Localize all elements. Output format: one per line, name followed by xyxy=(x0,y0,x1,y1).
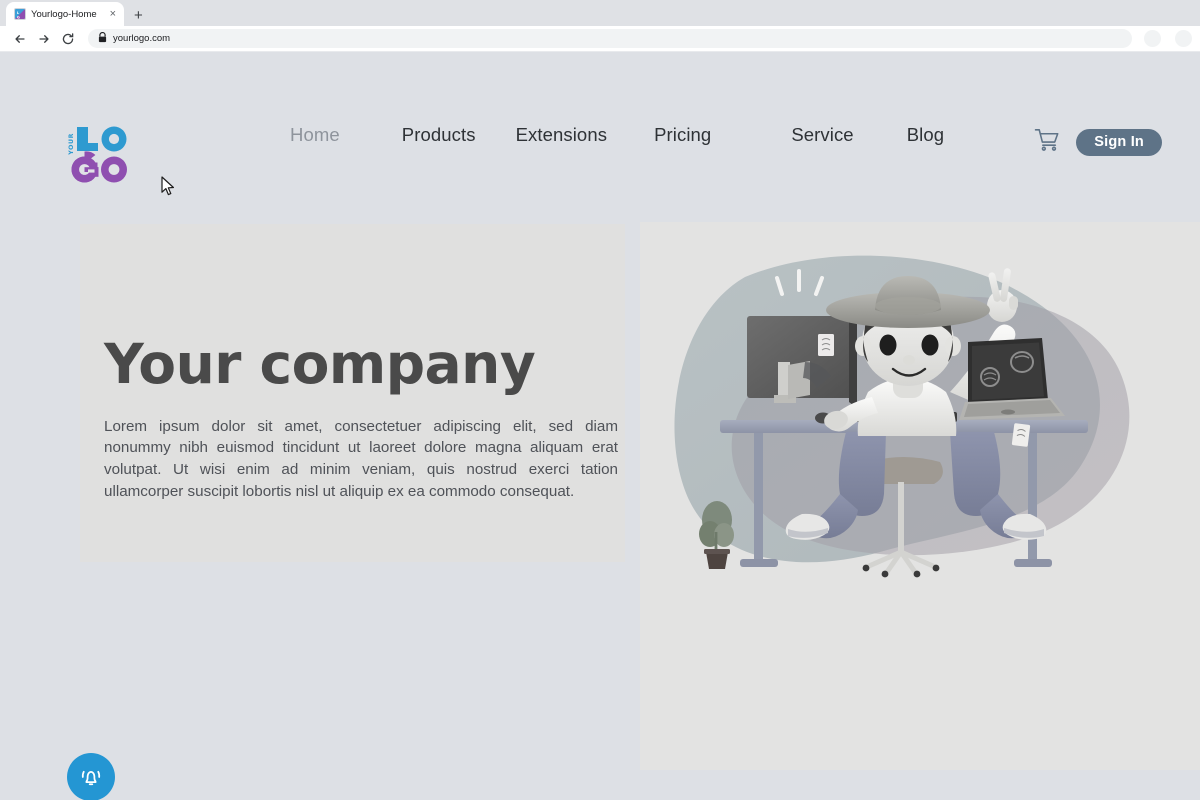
forward-arrow-icon[interactable] xyxy=(32,28,56,50)
header-actions: Sign In xyxy=(1034,128,1162,157)
site-logo[interactable]: YOUR xyxy=(64,122,136,188)
svg-text:YOUR: YOUR xyxy=(68,133,75,156)
page-title: Your company xyxy=(104,332,536,396)
address-bar[interactable]: yourlogo.com xyxy=(88,29,1132,48)
new-tab-icon[interactable]: + xyxy=(134,8,143,23)
favicon-icon: L G xyxy=(14,8,26,20)
nav-item-products[interactable]: Products xyxy=(402,124,476,146)
hero-text-block: Your company Lorem ipsum dolor sit amet,… xyxy=(104,332,618,502)
close-icon[interactable]: × xyxy=(108,8,118,20)
hero-paragraph: Lorem ipsum dolor sit amet, consectetuer… xyxy=(104,417,618,500)
reload-icon[interactable] xyxy=(56,28,80,50)
tab-title: Yourlogo-Home xyxy=(31,8,97,20)
lock-icon xyxy=(98,30,107,48)
url-text: yourlogo.com xyxy=(113,33,171,44)
notification-bell-button[interactable] xyxy=(67,753,115,800)
back-arrow-icon[interactable] xyxy=(8,28,32,50)
browser-tab[interactable]: L G Yourlogo-Home × xyxy=(6,2,124,26)
browser-window: L G Yourlogo-Home × + yourlogo.com YOUR … xyxy=(0,0,1200,800)
toolbar-right-actions xyxy=(1144,30,1192,47)
browser-toolbar: yourlogo.com xyxy=(0,26,1200,52)
extensions-button[interactable] xyxy=(1144,30,1161,47)
sign-in-button[interactable]: Sign In xyxy=(1076,129,1162,156)
shopping-cart-icon[interactable] xyxy=(1034,128,1062,157)
webpage-viewport: YOUR Home Products Extensions Pricing Se… xyxy=(0,52,1200,800)
profile-avatar[interactable] xyxy=(1175,30,1192,47)
nav-item-blog[interactable]: Blog xyxy=(907,124,944,146)
main-navigation: Home Products Extensions Pricing Service… xyxy=(290,124,944,146)
person-at-standing-desk-illustration xyxy=(674,255,1130,578)
browser-tab-strip: L G Yourlogo-Home × + xyxy=(0,0,1200,26)
nav-item-extensions[interactable]: Extensions xyxy=(516,124,608,146)
nav-item-service[interactable]: Service xyxy=(791,124,853,146)
site-header: YOUR Home Products Extensions Pricing Se… xyxy=(0,52,1200,222)
nav-item-pricing[interactable]: Pricing xyxy=(654,124,711,146)
svg-text:G: G xyxy=(16,15,19,19)
nav-item-home[interactable]: Home xyxy=(290,124,340,146)
